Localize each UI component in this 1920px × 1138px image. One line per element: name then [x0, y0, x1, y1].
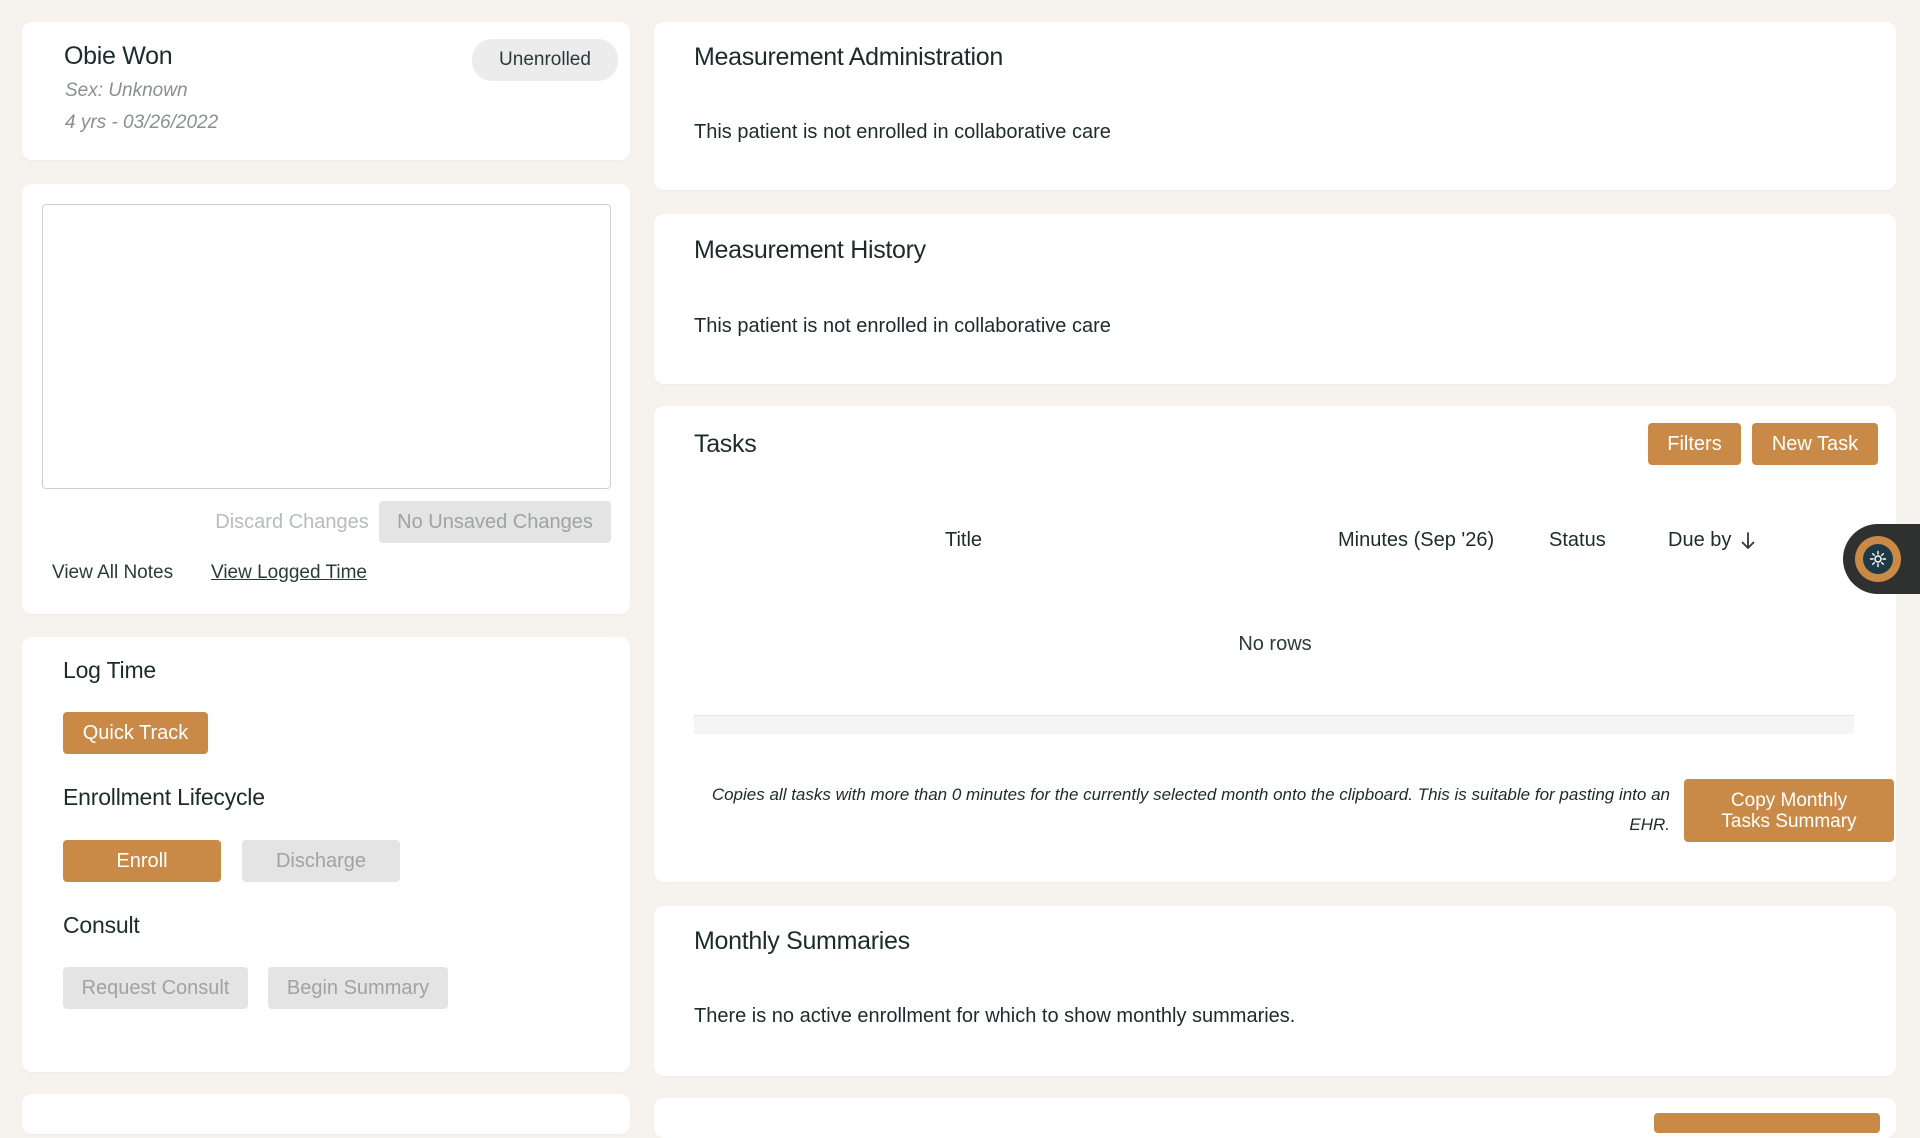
monthly-summaries-title: Monthly Summaries [694, 927, 910, 955]
patient-age-dob: 4 yrs - 03/26/2022 [65, 112, 219, 133]
consult-heading: Consult [63, 912, 140, 938]
tasks-table-scrollbar[interactable] [694, 715, 1854, 734]
monthly-summaries-message: There is no active enrollment for which … [694, 1005, 1296, 1027]
measurement-history-message: This patient is not enrolled in collabor… [694, 315, 1111, 337]
assistant-widget[interactable] [1843, 524, 1920, 594]
tasks-empty-message: No rows [1238, 633, 1312, 655]
assistant-widget-ring [1855, 536, 1901, 582]
patient-header-card: Obie Won Sex: Unknown 4 yrs - 03/26/2022… [22, 22, 630, 160]
request-consult-button[interactable]: Request Consult [63, 967, 248, 1009]
patient-name: Obie Won [64, 42, 173, 70]
quick-track-button[interactable]: Quick Track [63, 712, 208, 754]
column-header-status[interactable]: Status [1549, 529, 1606, 552]
no-unsaved-changes-button[interactable]: No Unsaved Changes [379, 501, 611, 543]
measurement-administration-title: Measurement Administration [694, 43, 1004, 71]
enrollment-lifecycle-heading: Enrollment Lifecycle [63, 784, 265, 810]
copy-monthly-tasks-summary-button[interactable]: Copy Monthly Tasks Summary [1684, 779, 1894, 842]
partial-button[interactable] [1654, 1113, 1880, 1133]
monthly-summaries-card: Monthly Summaries There is no active enr… [654, 906, 1896, 1076]
tasks-card: Tasks Filters New Task Title Minutes (Se… [654, 406, 1896, 882]
notes-textarea[interactable] [42, 204, 611, 489]
measurement-history-card: Measurement History This patient is not … [654, 214, 1896, 384]
left-bottom-card [22, 1094, 630, 1134]
enroll-button[interactable]: Enroll [63, 840, 221, 882]
tasks-title: Tasks [694, 430, 757, 458]
patient-sex: Sex: Unknown [65, 80, 188, 101]
filters-button[interactable]: Filters [1648, 423, 1741, 465]
copy-summary-note: Copies all tasks with more than 0 minute… [711, 785, 1670, 834]
view-logged-time-link[interactable]: View Logged Time [211, 562, 367, 584]
begin-summary-button[interactable]: Begin Summary [268, 967, 448, 1009]
column-header-due-by[interactable]: Due by [1668, 529, 1755, 552]
measurement-history-title: Measurement History [694, 236, 926, 264]
arrow-down-icon [1741, 531, 1755, 550]
measurement-administration-message: This patient is not enrolled in collabor… [694, 121, 1111, 143]
right-bottom-card [654, 1098, 1896, 1138]
assistant-widget-icon [1863, 544, 1893, 574]
new-task-button[interactable]: New Task [1752, 423, 1878, 465]
view-all-notes-link[interactable]: View All Notes [52, 562, 173, 584]
log-time-heading: Log Time [63, 657, 157, 683]
discharge-button[interactable]: Discharge [242, 840, 400, 882]
column-header-title[interactable]: Title [945, 529, 982, 552]
measurement-administration-card: Measurement Administration This patient … [654, 22, 1896, 190]
status-badge: Unenrolled [472, 39, 618, 81]
discard-changes-button[interactable]: Discard Changes [202, 501, 382, 543]
actions-card: Log Time Quick Track Enrollment Lifecycl… [22, 637, 630, 1072]
column-header-minutes[interactable]: Minutes (Sep '26) [1338, 529, 1494, 552]
notes-card: Discard Changes No Unsaved Changes View … [22, 184, 630, 614]
column-header-due-by-label: Due by [1668, 529, 1732, 551]
